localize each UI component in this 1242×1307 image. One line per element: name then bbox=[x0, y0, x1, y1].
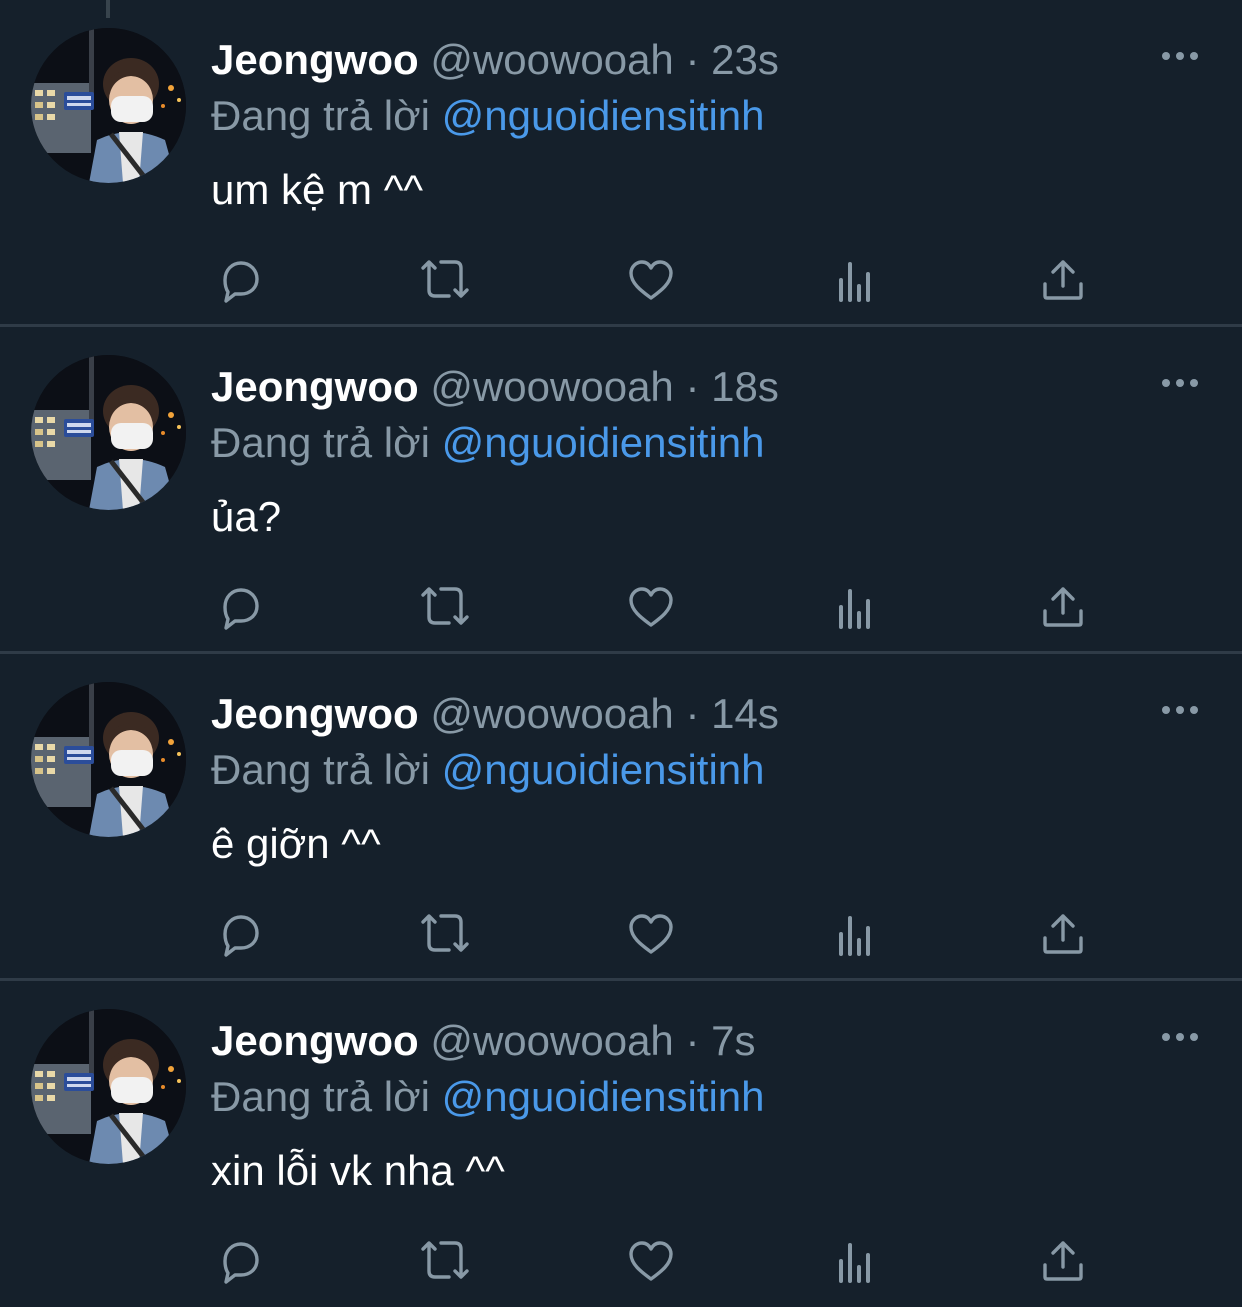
like-button[interactable] bbox=[623, 1233, 679, 1289]
speech-bubble-icon bbox=[223, 261, 259, 303]
reply-mention-link[interactable]: @nguoidiensitinh bbox=[442, 1073, 765, 1120]
upload-share-icon bbox=[1043, 1241, 1083, 1281]
three-dots-icon bbox=[1162, 379, 1198, 387]
reply-button[interactable] bbox=[211, 1233, 267, 1289]
views-button[interactable] bbox=[829, 1233, 885, 1289]
tweet-text: xin lỗi vk nha ^^ bbox=[211, 1147, 505, 1194]
replying-to: Đang trả lời @nguoidiensitinh bbox=[211, 88, 765, 144]
tweet[interactable]: Jeongwoo @woowooah · 18s Đang trả lời @n… bbox=[0, 327, 1242, 654]
separator-dot: · bbox=[685, 363, 700, 410]
speech-bubble-icon bbox=[223, 915, 259, 957]
tweet-header: Jeongwoo @woowooah · 14s bbox=[211, 686, 779, 742]
bar-chart-icon bbox=[839, 1243, 870, 1283]
upload-share-icon bbox=[1043, 914, 1083, 954]
views-button[interactable] bbox=[829, 906, 885, 962]
timestamp[interactable]: 7s bbox=[711, 1017, 755, 1064]
reply-mention-link[interactable]: @nguoidiensitinh bbox=[442, 419, 765, 466]
replying-to: Đang trả lời @nguoidiensitinh bbox=[211, 1069, 765, 1125]
like-button[interactable] bbox=[623, 906, 679, 962]
replying-to-label: Đang trả lời bbox=[211, 92, 430, 139]
reply-button[interactable] bbox=[211, 579, 267, 635]
speech-bubble-icon bbox=[223, 1242, 259, 1284]
avatar[interactable] bbox=[31, 355, 186, 510]
share-button[interactable] bbox=[1035, 579, 1091, 635]
retweet-arrows-icon bbox=[421, 587, 469, 625]
views-button[interactable] bbox=[829, 252, 885, 308]
user-handle[interactable]: @woowooah bbox=[430, 1017, 673, 1064]
share-button[interactable] bbox=[1035, 1233, 1091, 1289]
user-handle[interactable]: @woowooah bbox=[430, 36, 673, 83]
tweet-header: Jeongwoo @woowooah · 18s bbox=[211, 359, 779, 415]
views-button[interactable] bbox=[829, 579, 885, 635]
heart-icon bbox=[629, 914, 673, 954]
share-button[interactable] bbox=[1035, 906, 1091, 962]
tweet-actions bbox=[211, 252, 1091, 308]
reply-button[interactable] bbox=[211, 906, 267, 962]
speech-bubble-icon bbox=[223, 588, 259, 630]
bar-chart-icon bbox=[839, 262, 870, 302]
heart-icon bbox=[629, 1241, 673, 1281]
retweet-arrows-icon bbox=[421, 914, 469, 952]
tweet-header: Jeongwoo @woowooah · 23s bbox=[211, 32, 779, 88]
like-button[interactable] bbox=[623, 252, 679, 308]
retweet-button[interactable] bbox=[415, 906, 471, 962]
timeline: Jeongwoo @woowooah · 23s Đang trả lời @n… bbox=[0, 0, 1242, 1307]
replying-to: Đang trả lời @nguoidiensitinh bbox=[211, 742, 765, 798]
replying-to-label: Đang trả lời bbox=[211, 419, 430, 466]
tweet-actions bbox=[211, 1233, 1091, 1289]
tweet-text: um kệ m ^^ bbox=[211, 166, 424, 213]
reply-button[interactable] bbox=[211, 252, 267, 308]
like-button[interactable] bbox=[623, 579, 679, 635]
more-options-button[interactable] bbox=[1160, 371, 1200, 395]
heart-icon bbox=[629, 587, 673, 627]
replying-to-label: Đang trả lời bbox=[211, 1073, 430, 1120]
tweet[interactable]: Jeongwoo @woowooah · 7s Đang trả lời @ng… bbox=[0, 981, 1242, 1307]
separator-dot: · bbox=[685, 36, 700, 83]
avatar[interactable] bbox=[31, 682, 186, 837]
three-dots-icon bbox=[1162, 1033, 1198, 1041]
display-name[interactable]: Jeongwoo bbox=[211, 690, 419, 737]
retweet-button[interactable] bbox=[415, 579, 471, 635]
upload-share-icon bbox=[1043, 587, 1083, 627]
user-handle[interactable]: @woowooah bbox=[430, 690, 673, 737]
retweet-button[interactable] bbox=[415, 252, 471, 308]
tweet[interactable]: Jeongwoo @woowooah · 23s Đang trả lời @n… bbox=[0, 0, 1242, 327]
tweet-text: ê giỡn ^^ bbox=[211, 820, 381, 867]
replying-to-label: Đang trả lời bbox=[211, 746, 430, 793]
display-name[interactable]: Jeongwoo bbox=[211, 363, 419, 410]
tweet-actions bbox=[211, 579, 1091, 635]
upload-share-icon bbox=[1043, 260, 1083, 300]
retweet-arrows-icon bbox=[421, 260, 469, 298]
bar-chart-icon bbox=[839, 916, 870, 956]
display-name[interactable]: Jeongwoo bbox=[211, 36, 419, 83]
timestamp[interactable]: 14s bbox=[711, 690, 779, 737]
timestamp[interactable]: 18s bbox=[711, 363, 779, 410]
avatar[interactable] bbox=[31, 28, 186, 183]
reply-mention-link[interactable]: @nguoidiensitinh bbox=[442, 92, 765, 139]
more-options-button[interactable] bbox=[1160, 1025, 1200, 1049]
avatar[interactable] bbox=[31, 1009, 186, 1164]
replying-to: Đang trả lời @nguoidiensitinh bbox=[211, 415, 765, 471]
tweet-text: ủa? bbox=[211, 493, 282, 540]
tweet-header: Jeongwoo @woowooah · 7s bbox=[211, 1013, 756, 1069]
separator-dot: · bbox=[685, 690, 700, 737]
three-dots-icon bbox=[1162, 52, 1198, 60]
tweet[interactable]: Jeongwoo @woowooah · 14s Đang trả lời @n… bbox=[0, 654, 1242, 981]
display-name[interactable]: Jeongwoo bbox=[211, 1017, 419, 1064]
bar-chart-icon bbox=[839, 589, 870, 629]
three-dots-icon bbox=[1162, 706, 1198, 714]
share-button[interactable] bbox=[1035, 252, 1091, 308]
user-handle[interactable]: @woowooah bbox=[430, 363, 673, 410]
tweet-actions bbox=[211, 906, 1091, 962]
reply-mention-link[interactable]: @nguoidiensitinh bbox=[442, 746, 765, 793]
more-options-button[interactable] bbox=[1160, 698, 1200, 722]
separator-dot: · bbox=[685, 1017, 700, 1064]
timestamp[interactable]: 23s bbox=[711, 36, 779, 83]
retweet-button[interactable] bbox=[415, 1233, 471, 1289]
heart-icon bbox=[629, 260, 673, 300]
more-options-button[interactable] bbox=[1160, 44, 1200, 68]
retweet-arrows-icon bbox=[421, 1241, 469, 1279]
